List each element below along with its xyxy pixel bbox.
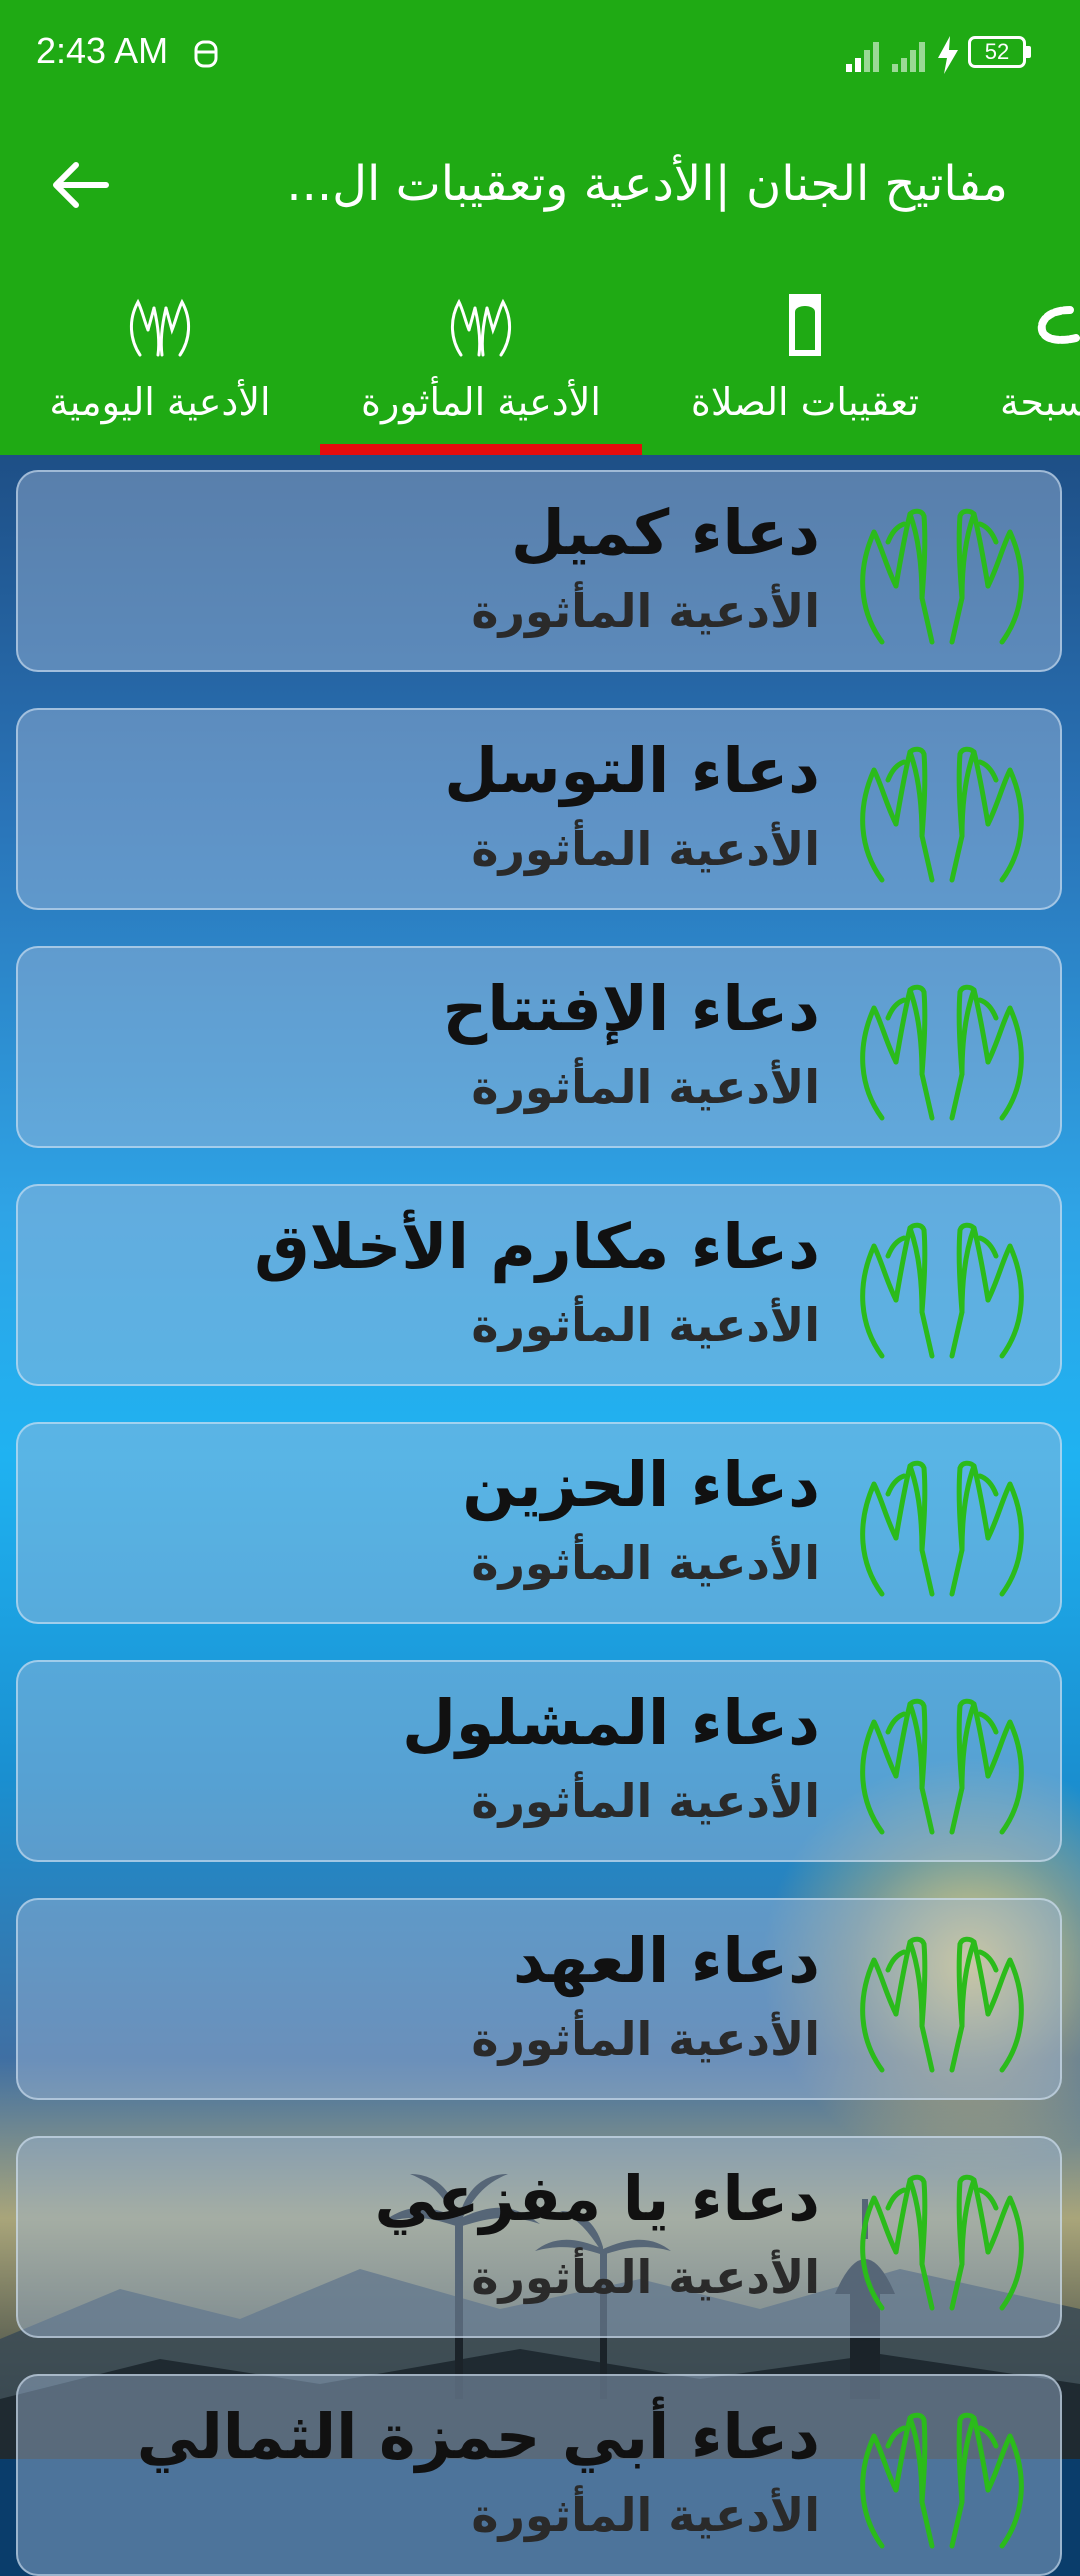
back-arrow-icon[interactable] <box>50 160 110 214</box>
praying-hands-icon <box>130 298 190 357</box>
dua-list-item[interactable]: دعاء مكارم الأخلاق الأدعية المأثورة <box>16 1184 1062 1386</box>
praying-hands-icon <box>860 1936 1024 2073</box>
tab-bar: الأدعية اليومية الأدعية المأثورة تعقيبات… <box>0 260 1080 455</box>
selected-tab-indicator <box>320 444 642 455</box>
dua-list-item[interactable]: دعاء العهد الأدعية المأثورة <box>16 1898 1062 2100</box>
dua-title: دعاء العهد <box>512 1924 820 1997</box>
praying-hands-icon <box>451 298 511 357</box>
dua-category: الأدعية المأثورة <box>471 822 820 876</box>
battery-level: 52 <box>984 39 1010 64</box>
battery-icon: 52 <box>968 36 1026 68</box>
dua-category: الأدعية المأثورة <box>471 1536 820 1590</box>
dua-list-item[interactable]: دعاء كميل الأدعية المأثورة <box>16 470 1062 672</box>
tab-label: الأدعية المأثورة <box>361 380 601 424</box>
praying-hands-icon <box>860 984 1024 1121</box>
charging-icon <box>936 36 960 78</box>
dua-title: دعاء المشلول <box>402 1686 820 1759</box>
tab-label: تعقيبات الصلاة <box>690 380 920 424</box>
dua-title: دعاء التوسل <box>444 734 820 807</box>
dua-list-item[interactable]: دعاء أبي حمزة الثمالي الأدعية المأثورة <box>16 2374 1062 2576</box>
dua-list-item[interactable]: دعاء المشلول الأدعية المأثورة <box>16 1660 1062 1862</box>
dua-category: الأدعية المأثورة <box>471 1298 820 1352</box>
praying-hands-icon <box>860 508 1024 645</box>
dua-title: دعاء الحزين <box>462 1448 820 1521</box>
dua-title: دعاء مكارم الأخلاق <box>254 1210 820 1283</box>
dua-list-item[interactable]: دعاء يا مفزعي الأدعية المأثورة <box>16 2136 1062 2338</box>
praying-hands-icon <box>860 2174 1024 2311</box>
dua-list-item[interactable]: دعاء الإفتتاح الأدعية المأثورة <box>16 946 1062 1148</box>
prayer-rug-icon <box>789 294 821 356</box>
tab-label: سبحة <box>1000 380 1080 424</box>
tab-daily-duas[interactable]: الأدعية اليومية <box>0 260 320 455</box>
praying-hands-icon <box>860 2412 1024 2549</box>
battery-tip <box>1026 46 1031 58</box>
dua-category: الأدعية المأثورة <box>471 584 820 638</box>
praying-hands-icon <box>860 1698 1024 1835</box>
dua-title: دعاء كميل <box>510 496 820 569</box>
app-toolbar: مفاتيح الجنان |الأدعية وتعقيبات ال... <box>0 110 1080 260</box>
dua-title: دعاء يا مفزعي <box>374 2162 820 2235</box>
dua-category: الأدعية المأثورة <box>471 2488 820 2542</box>
status-time: 2:43 AM <box>36 30 169 71</box>
dua-list-item[interactable]: دعاء التوسل الأدعية المأثورة <box>16 708 1062 910</box>
praying-hands-icon <box>860 1460 1024 1597</box>
page-title: مفاتيح الجنان |الأدعية وتعقيبات ال... <box>286 156 1008 212</box>
signal-icon <box>846 38 886 76</box>
tab-prayer-taqibat[interactable]: تعقيبات الصلاة <box>655 260 955 455</box>
dua-list-item[interactable]: دعاء الحزين الأدعية المأثورة <box>16 1422 1062 1624</box>
dua-title: دعاء أبي حمزة الثمالي <box>136 2400 820 2473</box>
dua-category: الأدعية المأثورة <box>471 2250 820 2304</box>
dua-title: دعاء الإفتتاح <box>442 972 820 1045</box>
tab-label: الأدعية اليومية <box>49 380 271 424</box>
status-bar: 2:43 AM 52 <box>0 0 1080 110</box>
dua-category: الأدعية المأثورة <box>471 1060 820 1114</box>
tab-tasbih[interactable]: سبحة <box>980 260 1080 455</box>
praying-hands-icon <box>860 1222 1024 1359</box>
tab-traditional-duas[interactable]: الأدعية المأثورة <box>320 260 642 455</box>
dua-category: الأدعية المأثورة <box>471 2012 820 2066</box>
prayer-beads-icon <box>1037 306 1080 344</box>
notification-icon <box>192 36 220 74</box>
praying-hands-icon <box>860 746 1024 883</box>
signal-icon-2 <box>892 38 932 76</box>
dua-category: الأدعية المأثورة <box>471 1774 820 1828</box>
